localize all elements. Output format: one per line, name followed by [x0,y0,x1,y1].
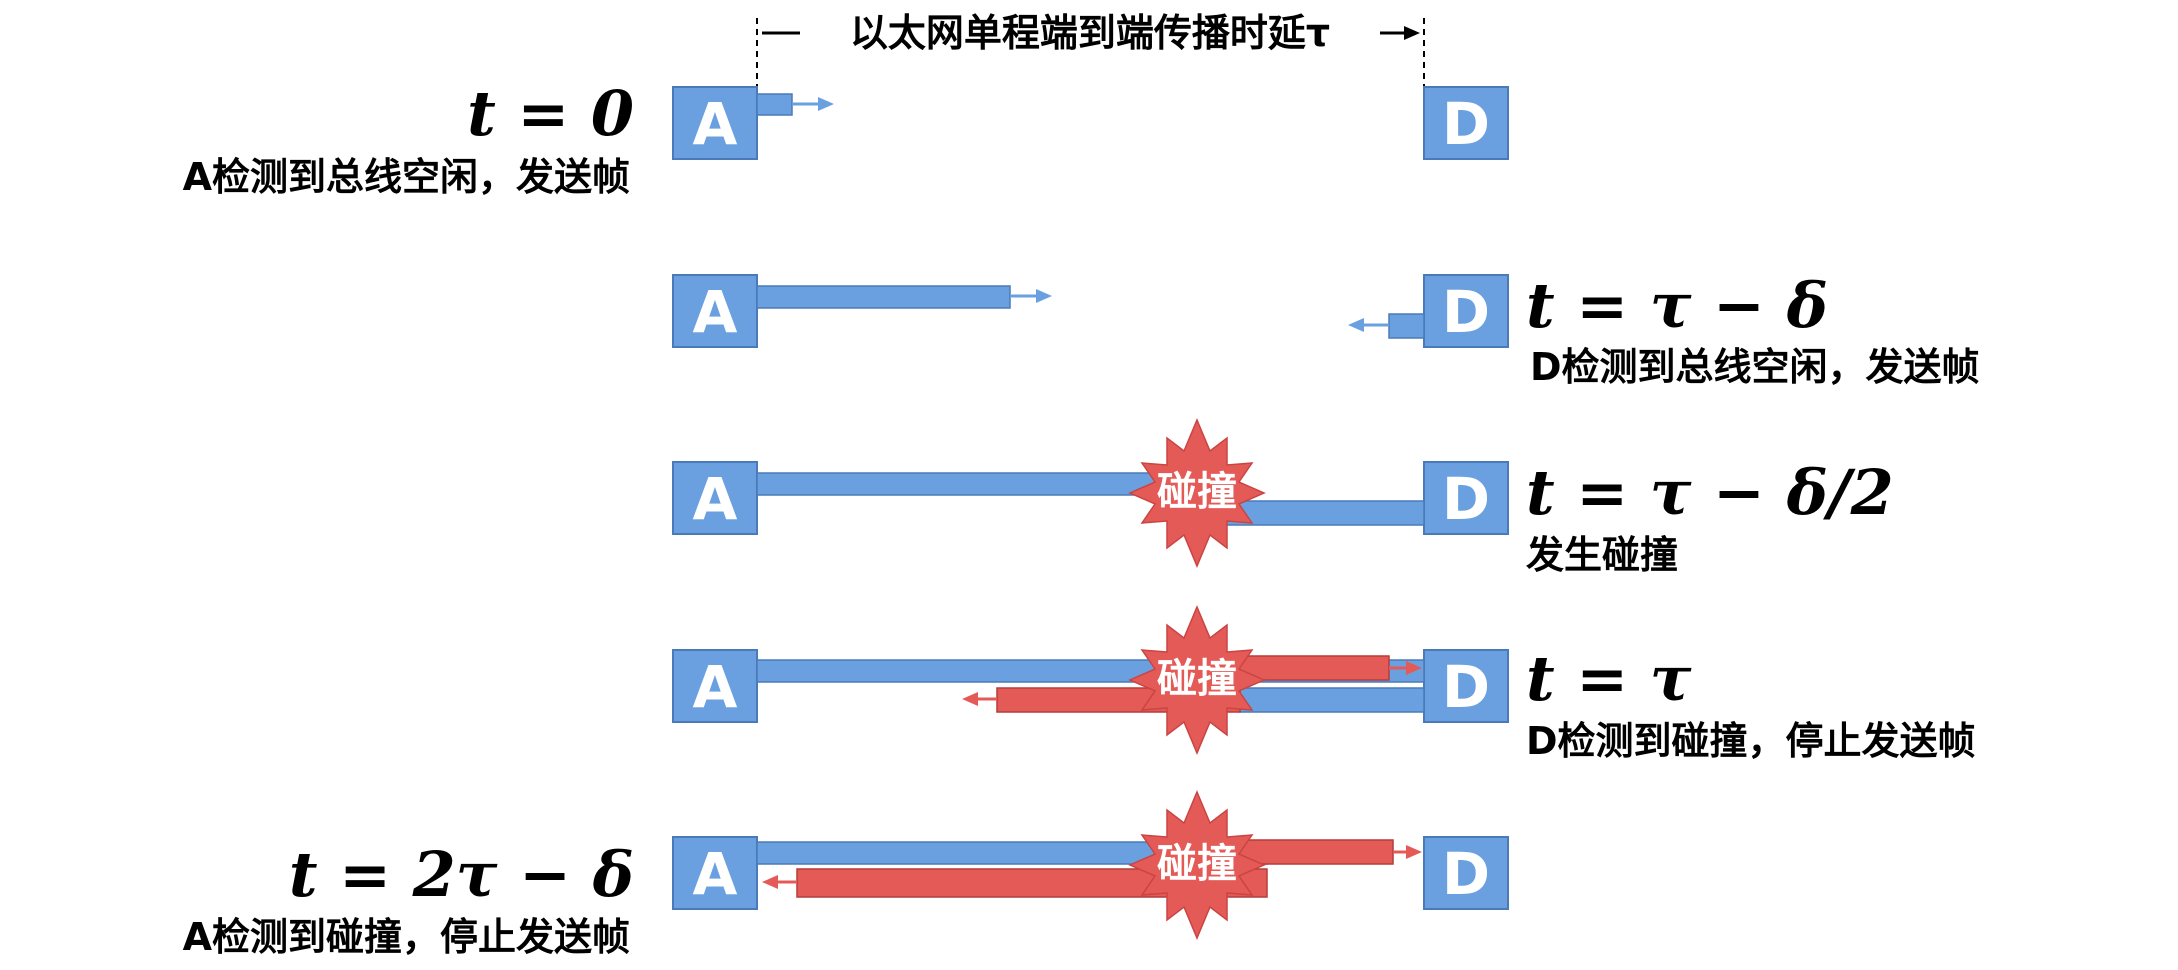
stage-row-1: A D t = 0 A检测到总线空闲，发送帧 [183,77,1509,199]
station-a-label: A [693,90,738,158]
station-d-label: D [1442,653,1490,721]
stage-1-description: A检测到总线空闲，发送帧 [183,155,630,199]
collision-signal-to-a-arrowhead [762,875,778,889]
propagation-delay-label: 以太网单程端到端传播时延τ [850,11,1330,55]
collision-label: 碰撞 [1157,469,1237,515]
stage-5-description: A检测到碰撞，停止发送帧 [183,915,630,959]
station-a-label: A [693,278,738,346]
station-d-label: D [1442,278,1490,346]
stage-3-description: 发生碰撞 [1526,533,1678,577]
station-a-label: A [693,840,738,908]
stage-4-description: D检测到碰撞，停止发送帧 [1526,719,1976,763]
station-d-label: D [1442,90,1490,158]
station-d-label: D [1442,465,1490,533]
collision-label: 碰撞 [1157,841,1237,887]
frame-a-arrowhead [818,97,834,111]
collision-label: 碰撞 [1157,656,1237,702]
stage-5-time: t = 2τ − δ [289,838,634,911]
stage-row-3: A D 碰撞 t = τ − δ/2 发生碰撞 [672,418,1894,577]
collision-signal-to-d-arrowhead [1406,845,1422,859]
stage-2-description: D检测到总线空闲，发送帧 [1530,345,1980,389]
frame-a-bar [756,93,793,116]
station-a-label: A [693,653,738,721]
propagation-delay-annotation: 以太网单程端到端传播时延τ [756,11,1425,88]
frame-d-bar [1388,313,1425,339]
frame-a-bar [756,472,1198,496]
stage-row-4: A D 碰撞 t = τ D检测到碰撞，停止发送帧 [672,605,1976,763]
station-a-label: A [693,465,738,533]
frame-a-arrowhead [1036,289,1052,303]
stage-row-5: A D 碰撞 t = 2τ − δ A检测到碰撞，停止发送帧 [183,790,1509,959]
frame-d-tail-bar [1239,687,1425,713]
stage-row-2: A D t = τ − δ D检测到总线空闲，发送帧 [672,269,1980,389]
station-d-label: D [1442,840,1490,908]
stage-4-time: t = τ [1526,642,1692,715]
stage-1-time: t = 0 [467,77,634,150]
frame-d-arrowhead [1348,318,1364,332]
right-span-arrowhead [1404,26,1420,40]
frame-a-bar [756,285,1011,309]
csma-cd-collision-diagram: 以太网单程端到端传播时延τ A D t = 0 A检测到总线空闲，发送帧 A D… [183,11,1980,959]
stage-2-time: t = τ − δ [1526,269,1828,342]
collision-signal-to-a-arrowhead [962,692,978,706]
stage-3-time: t = τ − δ/2 [1526,456,1894,529]
